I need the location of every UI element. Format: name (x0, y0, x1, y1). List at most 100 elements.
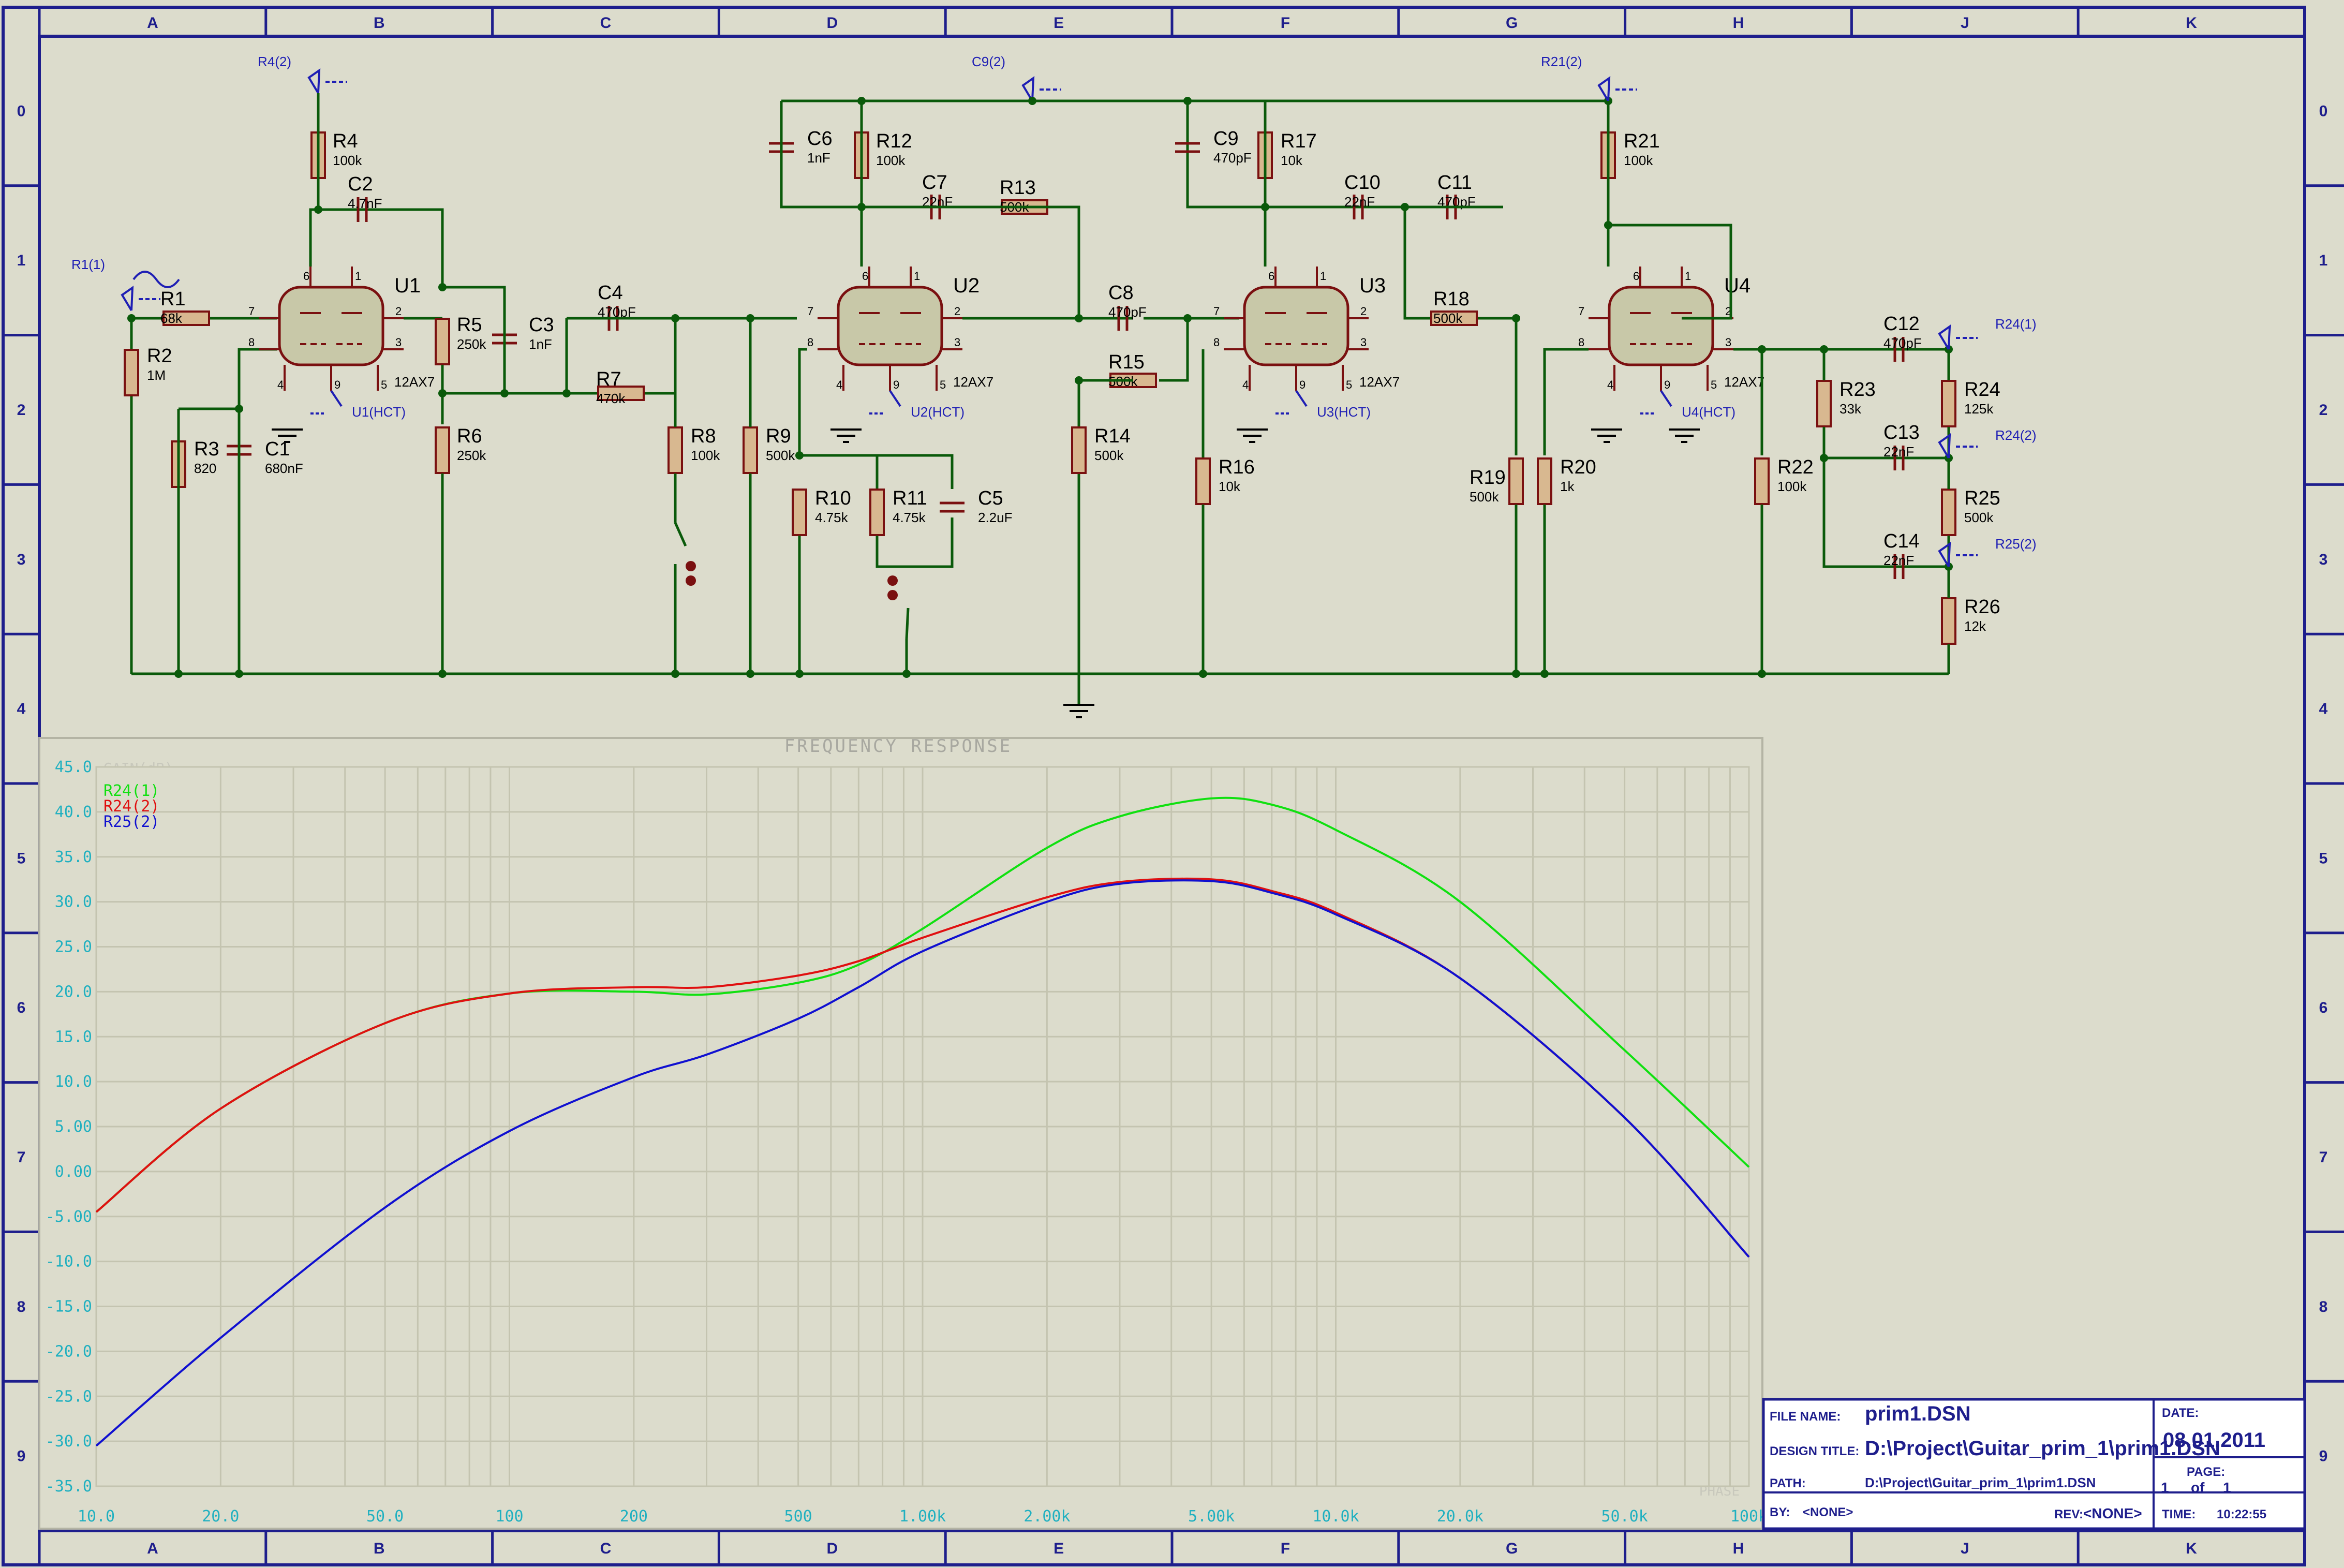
resistor-ref: R9 (766, 425, 791, 447)
resistor-ref: R20 (1560, 456, 1596, 478)
resistor-r23 (1816, 380, 1832, 427)
resistor-r24 (1941, 380, 1956, 427)
x-tick-label: 100k (1730, 1507, 1768, 1526)
x-tick-label: 20.0 (202, 1507, 239, 1526)
hct-probe: U1(HCT) (352, 404, 406, 420)
resistor-ref: R26 (1964, 596, 2000, 618)
resistor-ref: R23 (1839, 379, 1876, 401)
pin-number: 7 (248, 305, 255, 318)
capacitor-value: 470pF (1883, 335, 1922, 351)
pin-number: 1 (355, 270, 361, 283)
capacitor-ref: C7 (922, 172, 947, 194)
file-name-label: FILE NAME: (1770, 1410, 1841, 1424)
resistor-ref: R18 (1433, 288, 1470, 310)
column-ref-bottom: B (374, 1540, 385, 1557)
capacitor-value: 1nF (529, 336, 552, 352)
resistor-value: 100k (876, 153, 906, 168)
resistor-value: 100k (1624, 153, 1653, 168)
y-tick-label: 15.0 (55, 1028, 92, 1046)
row-ref-left: 1 (17, 252, 26, 269)
column-ref-bottom: D (826, 1540, 838, 1557)
capacitor-ref: C2 (348, 173, 373, 195)
graph-title: FREQUENCY RESPONSE (784, 736, 1012, 757)
pin-number: 1 (914, 270, 920, 283)
row-ref-left: 4 (17, 701, 26, 718)
pin-number: 4 (277, 378, 284, 391)
resistor-value: 500k (1470, 489, 1499, 505)
x-tick-label: 50.0k (1601, 1507, 1648, 1526)
resistor-r20 (1537, 457, 1552, 505)
pin-number: 5 (381, 378, 387, 391)
resistor-r8 (667, 426, 683, 474)
capacitor-value: 22nF (1883, 553, 1914, 568)
time-value: 10:22:55 (2217, 1507, 2266, 1521)
pin-number: 9 (893, 378, 899, 391)
resistor-ref: R1 (160, 288, 186, 310)
date-label: DATE: (2162, 1406, 2199, 1420)
pin-number: 7 (807, 305, 813, 318)
tube-part: 12AX7 (1359, 374, 1400, 390)
pin-number: 6 (303, 270, 309, 283)
y-tick-label: 10.0 (55, 1073, 92, 1091)
row-ref-right: 2 (2319, 402, 2328, 419)
y-tick-label: 25.0 (55, 938, 92, 956)
hct-probe: U3(HCT) (1317, 404, 1371, 420)
resistor-ref: R16 (1219, 456, 1255, 478)
resistor-r26 (1941, 597, 1956, 645)
row-ref-right: 8 (2319, 1298, 2328, 1315)
resistor-r22 (1754, 457, 1770, 505)
resistor-r10 (792, 489, 807, 536)
capacitor-value: 470pF (1213, 150, 1252, 166)
y-tick-label: -25.0 (46, 1387, 92, 1406)
x-tick-label: 200 (620, 1507, 648, 1526)
pin-number: 4 (1242, 378, 1249, 391)
resistor-value: 33k (1839, 401, 1862, 417)
rev-value: <NONE> (2083, 1505, 2142, 1521)
capacitor-value: 1nF (807, 150, 830, 166)
resistor-ref: R13 (1000, 177, 1036, 199)
resistor-r5 (435, 318, 450, 365)
hct-probe: U4(HCT) (1682, 404, 1735, 420)
pin-number: 1 (1685, 270, 1691, 283)
resistor-ref: R22 (1777, 456, 1814, 478)
resistor-value: 4.75k (815, 510, 849, 525)
resistor-r16 (1195, 457, 1211, 505)
graph-legend: R24(1)R24(2)R25(2) (103, 782, 159, 831)
resistor-value: 100k (333, 153, 362, 168)
resistor-ref: R12 (876, 130, 912, 152)
resistor-value: 125k (1964, 401, 1994, 417)
resistor-ref: R10 (815, 487, 851, 509)
probe-label: R24(2) (1995, 427, 2036, 443)
probe-label: R1(1) (71, 257, 105, 272)
pin-number: 2 (954, 305, 960, 318)
capacitor-ref: C10 (1344, 172, 1381, 194)
capacitor-ref: C11 (1437, 172, 1472, 194)
x-tick-label: 100 (495, 1507, 523, 1526)
probe-label: C9(2) (972, 54, 1005, 69)
column-ref-top: K (2186, 14, 2197, 32)
column-ref-bottom: C (600, 1540, 612, 1557)
row-ref-left: 9 (17, 1448, 26, 1465)
pin-number: 9 (1664, 378, 1670, 391)
resistor-ref: R19 (1470, 467, 1506, 489)
pin-number: 7 (1578, 305, 1584, 318)
capacitor-value: 470pF (1108, 304, 1147, 320)
resistor-value: 820 (194, 461, 216, 476)
by-label: BY: (1770, 1505, 1790, 1519)
resistor-ref: R5 (457, 314, 482, 336)
resistor-ref: R11 (893, 487, 927, 509)
resistor-r2 (124, 349, 139, 396)
resistor-ref: R21 (1624, 130, 1660, 152)
row-ref-left: 6 (17, 999, 26, 1016)
resistor-ref: R8 (691, 425, 716, 447)
file-name-value: prim1.DSN (1865, 1402, 1971, 1425)
row-ref-left: 7 (17, 1149, 26, 1166)
capacitor-value: 2.2uF (978, 510, 1013, 525)
resistor-ref: R6 (457, 425, 482, 447)
y-tick-label: 0.00 (55, 1163, 92, 1181)
resistor-r14 (1071, 426, 1087, 474)
tube-ref: U3 (1359, 274, 1386, 297)
pin-number: 3 (954, 336, 960, 349)
pin-number: 8 (807, 336, 813, 349)
pin-number: 8 (1213, 336, 1220, 349)
